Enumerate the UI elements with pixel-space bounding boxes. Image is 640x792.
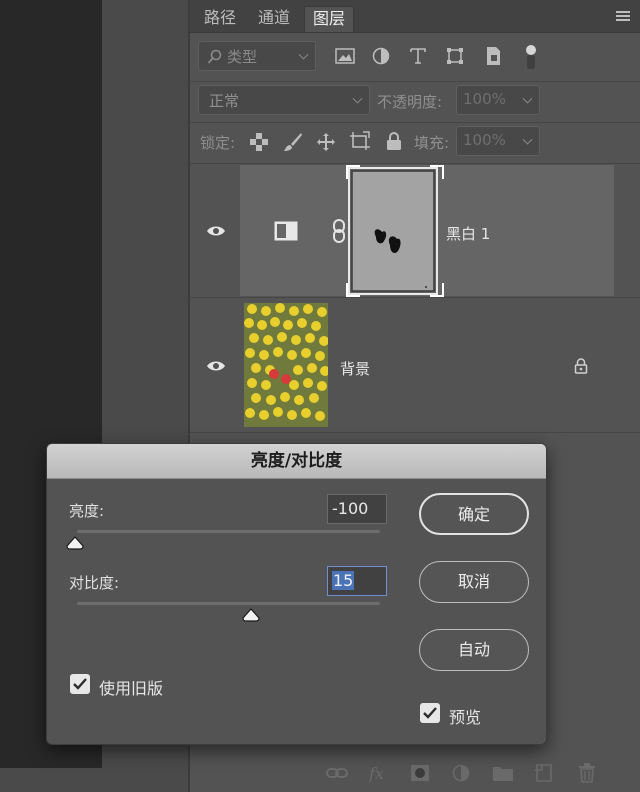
- adjustment-bw-icon: [274, 221, 298, 241]
- add-mask-icon[interactable]: [410, 764, 430, 782]
- lock-label: 锁定:: [200, 134, 236, 152]
- filter-smart-object-icon[interactable]: [484, 46, 502, 66]
- new-adjustment-icon[interactable]: [452, 764, 470, 782]
- filter-toggle-icon[interactable]: [524, 43, 538, 71]
- fill-label: 填充:: [414, 134, 450, 152]
- svg-text:fx: fx: [368, 764, 384, 782]
- filter-row: 类型: [190, 33, 640, 82]
- lock-image-icon[interactable]: [283, 132, 303, 152]
- lock-transparent-icon[interactable]: [250, 133, 268, 151]
- canvas-status-bar: [0, 768, 188, 792]
- fill-input[interactable]: 100%: [456, 126, 540, 156]
- ok-button[interactable]: 确定: [419, 493, 529, 535]
- brightness-contrast-dialog: 亮度/对比度 亮度: -100 对比度: 15 使用旧版 确定 取消 自动 预览: [46, 443, 547, 745]
- blend-mode-value: 正常: [209, 92, 240, 110]
- contrast-slider-track[interactable]: [77, 602, 380, 605]
- tab-paths[interactable]: 路径: [196, 6, 244, 32]
- mask-link-icon[interactable]: [332, 219, 346, 243]
- preview-checkbox[interactable]: [420, 703, 440, 723]
- fill-value: 100%: [463, 131, 506, 149]
- tab-layers[interactable]: 图层: [304, 6, 355, 32]
- legacy-checkbox[interactable]: [70, 674, 90, 694]
- contrast-label: 对比度:: [69, 574, 120, 592]
- filter-shape-icon[interactable]: [446, 47, 464, 65]
- panel-tab-bar: 路径 通道 图层: [190, 0, 640, 33]
- blend-mode-select[interactable]: 正常: [198, 85, 370, 115]
- trash-icon[interactable]: [578, 763, 596, 783]
- lock-all-icon[interactable]: [386, 131, 402, 151]
- filter-type-icon[interactable]: [409, 47, 427, 65]
- brightness-slider-track[interactable]: [77, 530, 380, 533]
- filter-kind-select[interactable]: 类型: [198, 41, 316, 71]
- opacity-input[interactable]: 100%: [456, 85, 540, 115]
- panel-menu-icon[interactable]: [616, 11, 630, 21]
- mask-preview: [351, 170, 435, 292]
- lock-artboard-icon[interactable]: [349, 131, 371, 151]
- checkmark-icon: [423, 707, 437, 719]
- preview-label[interactable]: 预览: [449, 704, 481, 728]
- brightness-slider-handle[interactable]: [66, 536, 84, 550]
- fx-icon[interactable]: fx: [368, 764, 388, 782]
- brightness-value: -100: [332, 499, 369, 518]
- legacy-label[interactable]: 使用旧版: [99, 675, 163, 699]
- new-layer-icon[interactable]: [534, 764, 552, 782]
- new-group-icon[interactable]: [492, 764, 514, 782]
- blend-row: 正常 不透明度: 100%: [190, 82, 640, 123]
- filter-adjustment-icon[interactable]: [372, 47, 390, 65]
- search-icon: [207, 49, 222, 64]
- layer-name-background[interactable]: 背景: [340, 358, 370, 379]
- layer-lock-icon: [574, 358, 588, 374]
- tab-channels[interactable]: 通道: [250, 6, 298, 32]
- cancel-button[interactable]: 取消: [419, 561, 529, 603]
- layer-row-background[interactable]: 背景: [190, 298, 640, 433]
- layer-mask-thumbnail[interactable]: [348, 167, 438, 295]
- dialog-title[interactable]: 亮度/对比度: [47, 444, 546, 479]
- lock-position-icon[interactable]: [316, 132, 336, 152]
- layers-footer: fx: [190, 756, 640, 792]
- brightness-label: 亮度:: [69, 502, 105, 520]
- layer-name-bw[interactable]: 黑白 1: [446, 223, 490, 244]
- contrast-value: 15: [332, 571, 355, 590]
- opacity-value: 100%: [463, 90, 506, 108]
- filter-kind-label: 类型: [227, 48, 258, 66]
- link-layers-icon[interactable]: [326, 766, 348, 780]
- brightness-input[interactable]: -100: [327, 494, 387, 524]
- checkmark-icon: [73, 678, 87, 690]
- opacity-label: 不透明度:: [377, 93, 443, 111]
- filter-pixel-icon[interactable]: [335, 48, 355, 64]
- background-thumbnail[interactable]: [244, 303, 328, 427]
- contrast-input[interactable]: 15: [327, 566, 387, 596]
- contrast-slider-handle[interactable]: [242, 608, 260, 622]
- eye-icon[interactable]: [206, 225, 226, 237]
- eye-icon[interactable]: [206, 360, 226, 372]
- auto-button[interactable]: 自动: [419, 629, 529, 671]
- layer-row-bw[interactable]: 黑白 1: [190, 165, 640, 298]
- lock-row: 锁定: 填充: 100%: [190, 123, 640, 164]
